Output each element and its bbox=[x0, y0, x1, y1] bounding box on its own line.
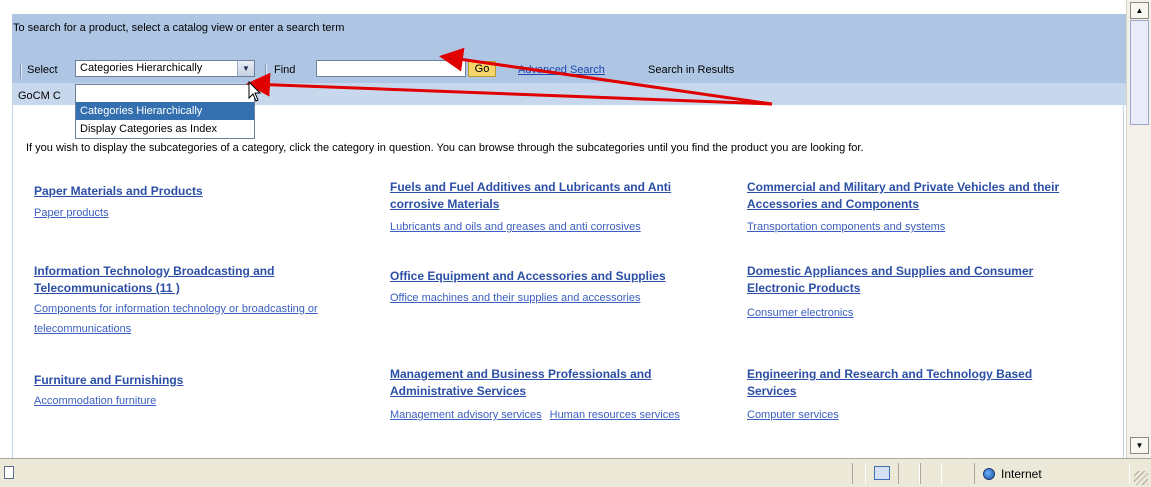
resize-grip-icon[interactable] bbox=[1134, 471, 1148, 485]
status-cell bbox=[852, 463, 866, 484]
category-title-link[interactable]: Information Technology Broadcasting and … bbox=[34, 263, 274, 297]
subcategory-list: Accommodation furniture bbox=[34, 393, 156, 409]
globe-icon bbox=[983, 468, 995, 480]
go-button[interactable]: Go bbox=[468, 61, 496, 77]
subcategory-link[interactable]: Computer services bbox=[747, 409, 839, 421]
search-input[interactable] bbox=[316, 60, 466, 77]
category-title-link[interactable]: Management and Business Professionals an… bbox=[390, 366, 651, 400]
subcategory-link[interactable]: Management advisory services bbox=[390, 409, 542, 421]
scroll-thumb[interactable] bbox=[1130, 20, 1149, 125]
vertical-scrollbar[interactable]: ▲ ▼ bbox=[1126, 0, 1151, 458]
toolbar-separator bbox=[20, 64, 22, 79]
catalog-view-dropdown-list: Categories Hierarchically Display Catego… bbox=[75, 84, 255, 139]
catalog-view-select[interactable]: Categories Hierarchically ▼ bbox=[75, 60, 255, 77]
browser-status-bar: Internet bbox=[0, 458, 1151, 487]
subcategory-link[interactable]: Paper products bbox=[34, 207, 109, 219]
subcategory-list: Office machines and their supplies and a… bbox=[390, 290, 641, 306]
subcategory-link[interactable]: Accommodation furniture bbox=[34, 395, 156, 407]
catalog-view-select-value: Categories Hierarchically bbox=[80, 62, 203, 74]
category-title-link[interactable]: Office Equipment and Accessories and Sup… bbox=[390, 268, 666, 285]
subcategory-link[interactable]: Transportation components and systems bbox=[747, 221, 945, 233]
category-title-link[interactable]: Domestic Appliances and Supplies and Con… bbox=[747, 263, 1033, 297]
subcategory-link[interactable]: Lubricants and oils and greases and anti… bbox=[390, 221, 641, 233]
dropdown-option-display-categories-as-index[interactable]: Display Categories as Index bbox=[76, 120, 254, 138]
security-zone-label: Internet bbox=[1001, 467, 1042, 481]
status-zone-cell bbox=[974, 463, 1130, 484]
help-text: If you wish to display the subcategories… bbox=[26, 142, 864, 154]
subcategory-list: Consumer electronics bbox=[747, 305, 853, 321]
category-title-link[interactable]: Paper Materials and Products bbox=[34, 183, 203, 200]
subcategory-link[interactable]: Human resources services bbox=[550, 409, 680, 421]
category-title-link[interactable]: Engineering and Research and Technology … bbox=[747, 366, 1032, 400]
toolbar-separator bbox=[265, 64, 267, 79]
status-cell bbox=[898, 463, 920, 484]
dropdown-arrow-icon[interactable]: ▼ bbox=[237, 61, 254, 76]
document-icon bbox=[4, 466, 14, 479]
subcategory-list: Lubricants and oils and greases and anti… bbox=[390, 219, 641, 235]
category-title-link[interactable]: Fuels and Fuel Additives and Lubricants … bbox=[390, 179, 671, 213]
select-label: Select bbox=[27, 64, 58, 76]
breadcrumb[interactable]: GoCM C bbox=[18, 90, 61, 102]
search-instruction: To search for a product, select a catalo… bbox=[13, 22, 345, 34]
search-in-results-option[interactable]: Search in Results bbox=[648, 64, 734, 76]
scroll-down-arrow-icon[interactable]: ▼ bbox=[1130, 437, 1149, 454]
subcategory-list: Computer services bbox=[747, 407, 839, 423]
subcategory-list: Components for information technology or… bbox=[34, 301, 318, 337]
scroll-up-arrow-icon[interactable]: ▲ bbox=[1130, 2, 1149, 19]
dropdown-option-empty[interactable] bbox=[76, 85, 254, 103]
subcategory-list: Management advisory services Human resour… bbox=[390, 407, 680, 423]
advanced-search-link[interactable]: Advanced Search bbox=[518, 64, 605, 76]
subcategory-list: Transportation components and systems bbox=[747, 219, 945, 235]
find-label: Find bbox=[274, 64, 296, 76]
subcategory-link[interactable]: Components for information technology or… bbox=[34, 303, 318, 315]
subcategory-link[interactable]: Consumer electronics bbox=[747, 307, 853, 319]
subcategory-list: Paper products bbox=[34, 205, 109, 221]
dropdown-option-categories-hierarchically[interactable]: Categories Hierarchically bbox=[76, 102, 254, 120]
category-title-link[interactable]: Commercial and Military and Private Vehi… bbox=[747, 179, 1059, 213]
page-content: To search for a product, select a catalo… bbox=[0, 0, 1126, 458]
status-cell bbox=[920, 463, 942, 484]
category-title-link[interactable]: Furniture and Furnishings bbox=[34, 372, 183, 389]
subcategory-link[interactable]: Office machines and their supplies and a… bbox=[390, 292, 641, 304]
page-icon bbox=[874, 466, 890, 480]
subcategory-link[interactable]: telecommunications bbox=[34, 323, 131, 335]
